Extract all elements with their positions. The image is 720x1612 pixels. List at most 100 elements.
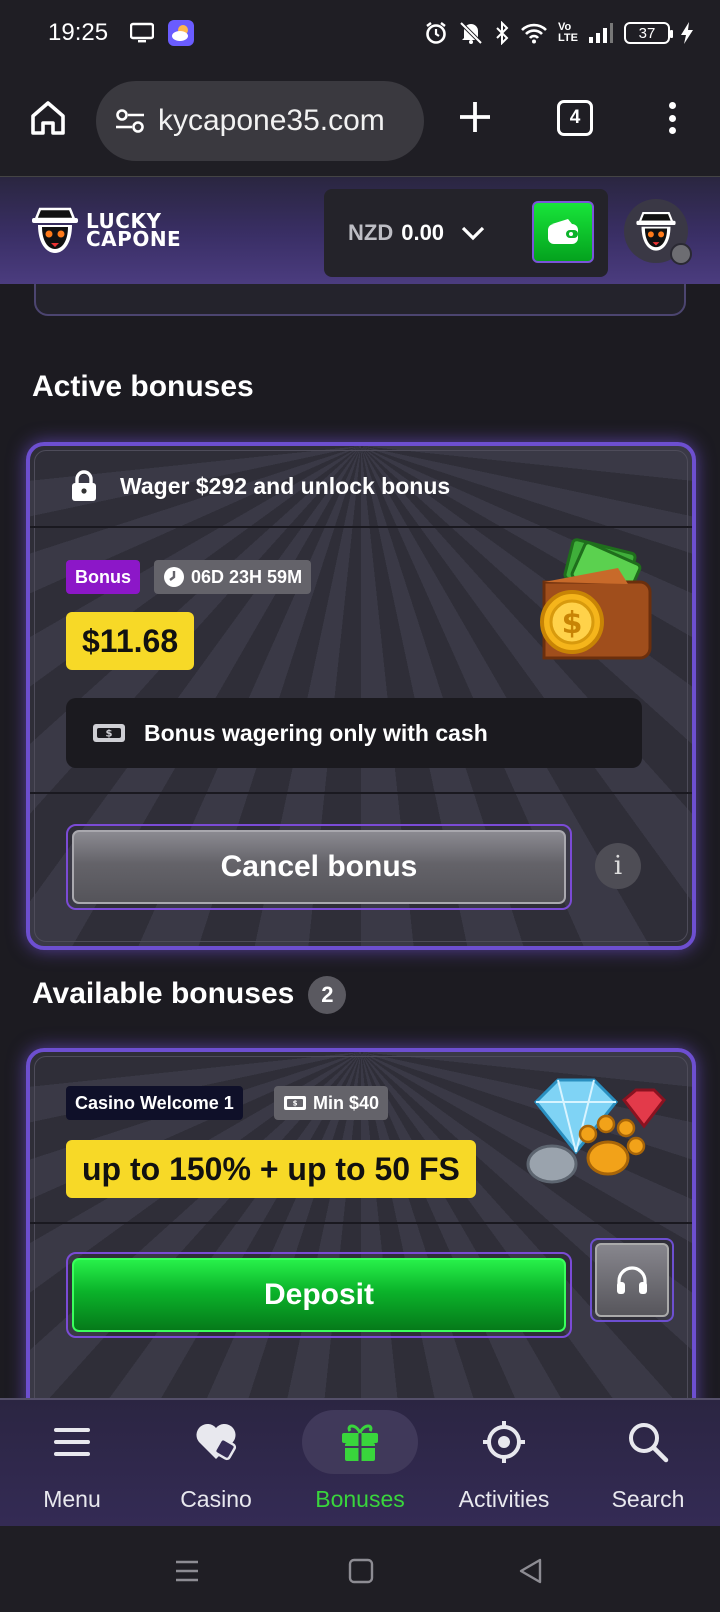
available-count-badge: 2 (308, 976, 347, 1014)
wager-row: Wager $292 and unlock bonus (30, 446, 692, 528)
welcome-offer: up to 150% + up to 50 FS (66, 1140, 476, 1198)
timer-tag: 06D 23H 59M (154, 560, 312, 594)
previous-card-fragment (34, 284, 686, 316)
browser-menu-icon[interactable] (660, 98, 684, 138)
status-right-icons: Vo LTE 37 (424, 21, 694, 45)
address-bar[interactable]: kycapone35.com (96, 81, 424, 161)
status-bar: 19:25 Vo LTE 37 (0, 0, 720, 66)
status-left-icons (130, 20, 195, 46)
home-square-icon[interactable] (348, 1558, 374, 1584)
home-icon[interactable] (28, 98, 68, 138)
tab-count: 4 (569, 107, 581, 128)
nav-item-activities[interactable]: Activities (432, 1400, 576, 1526)
avatar-level-badge (670, 243, 692, 265)
nav-item-bonuses[interactable]: Bonuses (288, 1400, 432, 1526)
timer-text: 06D 23H 59M (191, 566, 303, 587)
chevron-down-icon (461, 226, 485, 241)
weather-app-icon (168, 20, 195, 46)
battery-level: 37 (638, 24, 656, 42)
new-tab-icon[interactable] (455, 97, 495, 137)
tab-switcher-button[interactable]: 4 (557, 100, 593, 136)
min-deposit-text: Min $40 (313, 1092, 380, 1113)
mute-bell-icon (459, 21, 483, 45)
site-logo[interactable]: LUCKY CAPONE (30, 203, 181, 257)
site-settings-icon[interactable] (114, 107, 146, 135)
signal-icon (589, 23, 613, 43)
main-content[interactable]: Active bonuses Wager $292 and unlock bon… (0, 284, 720, 1398)
bonus-amount: $11.68 (66, 612, 195, 670)
min-deposit-tag: $ Min $40 (274, 1086, 389, 1120)
casino-welcome-tag: Casino Welcome 1 (66, 1086, 243, 1120)
logo-line-2: CAPONE (86, 227, 182, 251)
cancel-bonus-button[interactable]: Cancel bonus (72, 830, 566, 904)
system-navigation-bar (0, 1526, 720, 1612)
charging-icon (681, 22, 693, 44)
nav-label-activities: Activities (458, 1486, 550, 1512)
browser-toolbar: kycapone35.com 4 (0, 66, 720, 176)
card-divider-2 (30, 1222, 692, 1224)
status-time: 19:25 (48, 19, 109, 46)
cash-icon: $ (93, 724, 125, 742)
bonus-tag: Bonus (66, 560, 140, 594)
wagering-info-strip: $ Bonus wagering only with cash (66, 698, 642, 768)
gangster-cat-logo-icon (32, 207, 78, 253)
alarm-icon (426, 22, 446, 44)
lock-icon (72, 470, 96, 501)
url-text: kycapone35.com (158, 104, 385, 137)
target-icon (483, 1421, 525, 1463)
nav-item-casino[interactable]: Casino (144, 1400, 288, 1526)
info-icon[interactable]: i (595, 843, 641, 889)
balance-amount: 0.00 (401, 220, 445, 245)
cancel-bonus-button-frame: Cancel bonus (66, 824, 572, 910)
nav-icon-wrap-activities (446, 1410, 562, 1474)
wagering-info-text: Bonus wagering only with cash (144, 719, 488, 746)
available-bonuses-title-text: Available bonuses (32, 976, 295, 1010)
wallet-button[interactable] (532, 201, 594, 263)
recent-apps-icon[interactable] (174, 1558, 200, 1584)
screen-cast-icon (130, 22, 155, 43)
back-triangle-icon[interactable] (518, 1558, 544, 1584)
bluetooth-icon (496, 21, 509, 45)
network-label: Vo LTE (558, 21, 578, 44)
support-button[interactable] (590, 1238, 674, 1322)
nav-item-search[interactable]: Search (576, 1400, 720, 1526)
nav-icon-wrap-menu (14, 1410, 130, 1474)
gift-icon (342, 1424, 378, 1461)
nav-icon-wrap-casino (158, 1410, 274, 1474)
diamond-paw-illustration-icon (526, 1078, 666, 1184)
nav-label-bonuses: Bonuses (315, 1486, 405, 1512)
nav-label-search: Search (611, 1486, 685, 1512)
wallet-icon (548, 219, 578, 244)
nav-icon-wrap-search (590, 1410, 706, 1474)
clock-icon (164, 567, 184, 587)
battery-indicator: 37 (624, 22, 673, 44)
wager-text: Wager $292 and unlock bonus (120, 472, 451, 499)
user-avatar[interactable] (624, 199, 692, 265)
nav-label-casino: Casino (180, 1486, 252, 1512)
nav-icon-wrap-bonuses (302, 1410, 418, 1474)
svg-text:$: $ (293, 1100, 298, 1108)
balance-currency: NZD (348, 220, 394, 245)
svg-text:$: $ (562, 606, 583, 641)
cash-small-icon: $ (284, 1096, 306, 1110)
headphones-icon (617, 1266, 647, 1294)
active-bonuses-title: Active bonuses (32, 370, 254, 403)
search-icon (629, 1423, 669, 1463)
available-bonuses-title: Available bonuses 2 (32, 976, 347, 1014)
site-header: LUCKY CAPONE NZD 0.00 (0, 176, 720, 284)
wifi-icon (521, 23, 547, 44)
nav-item-menu[interactable]: Menu (0, 1400, 144, 1526)
nav-label-menu: Menu (43, 1486, 101, 1512)
heart-icon (196, 1423, 237, 1461)
wallet-coin-illustration-icon: $ (540, 538, 652, 660)
available-bonus-card: Casino Welcome 1 $ Min $40 up to 150% + … (26, 1048, 696, 1398)
deposit-button[interactable]: Deposit (72, 1258, 566, 1332)
active-bonus-card: Wager $292 and unlock bonus Bonus 06D 23… (26, 442, 696, 950)
svg-text:$: $ (106, 729, 113, 740)
menu-icon (54, 1428, 90, 1456)
card-divider (30, 792, 692, 794)
deposit-button-frame: Deposit (66, 1252, 572, 1338)
logo-wordmark: LUCKY CAPONE (86, 211, 182, 251)
bottom-navigation: Menu Casino Bonuses Activities Search (0, 1398, 720, 1526)
support-button-inner (595, 1243, 669, 1317)
